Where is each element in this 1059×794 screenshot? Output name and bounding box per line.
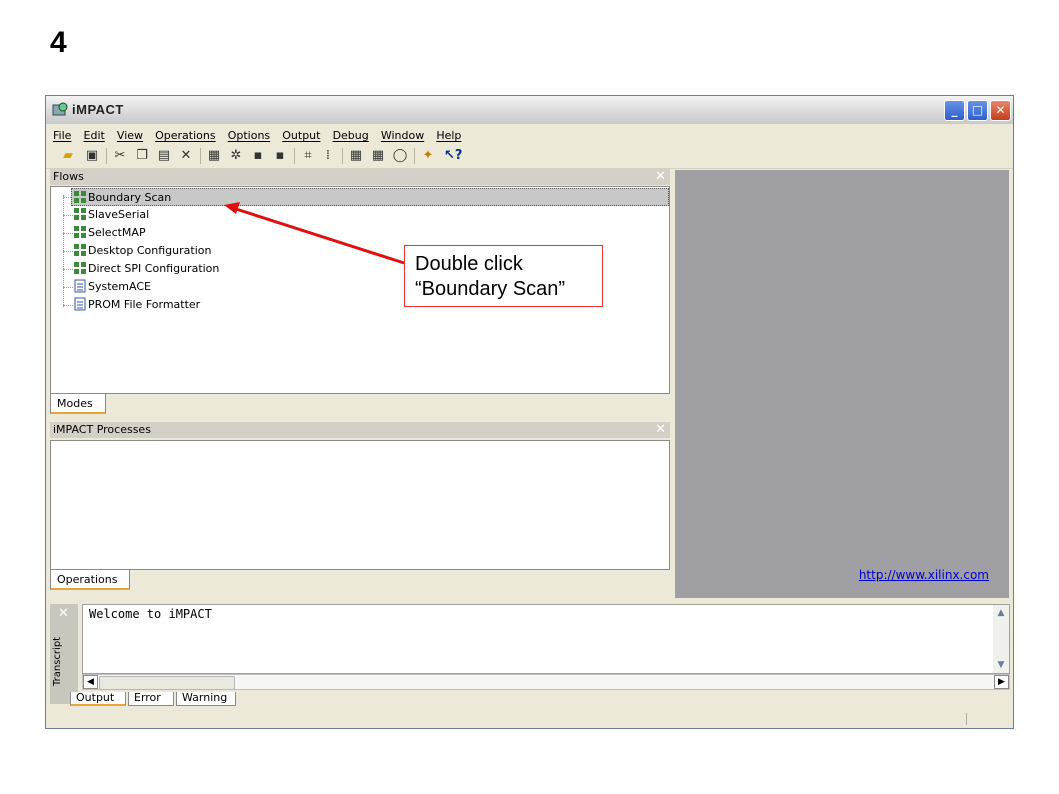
annotation-arrow (224, 202, 405, 265)
annotation-line2: “Boundary Scan” (415, 278, 566, 300)
annotation-box: Double click “Boundary Scan” (404, 245, 603, 307)
annotation-line1: Double click (415, 253, 523, 275)
